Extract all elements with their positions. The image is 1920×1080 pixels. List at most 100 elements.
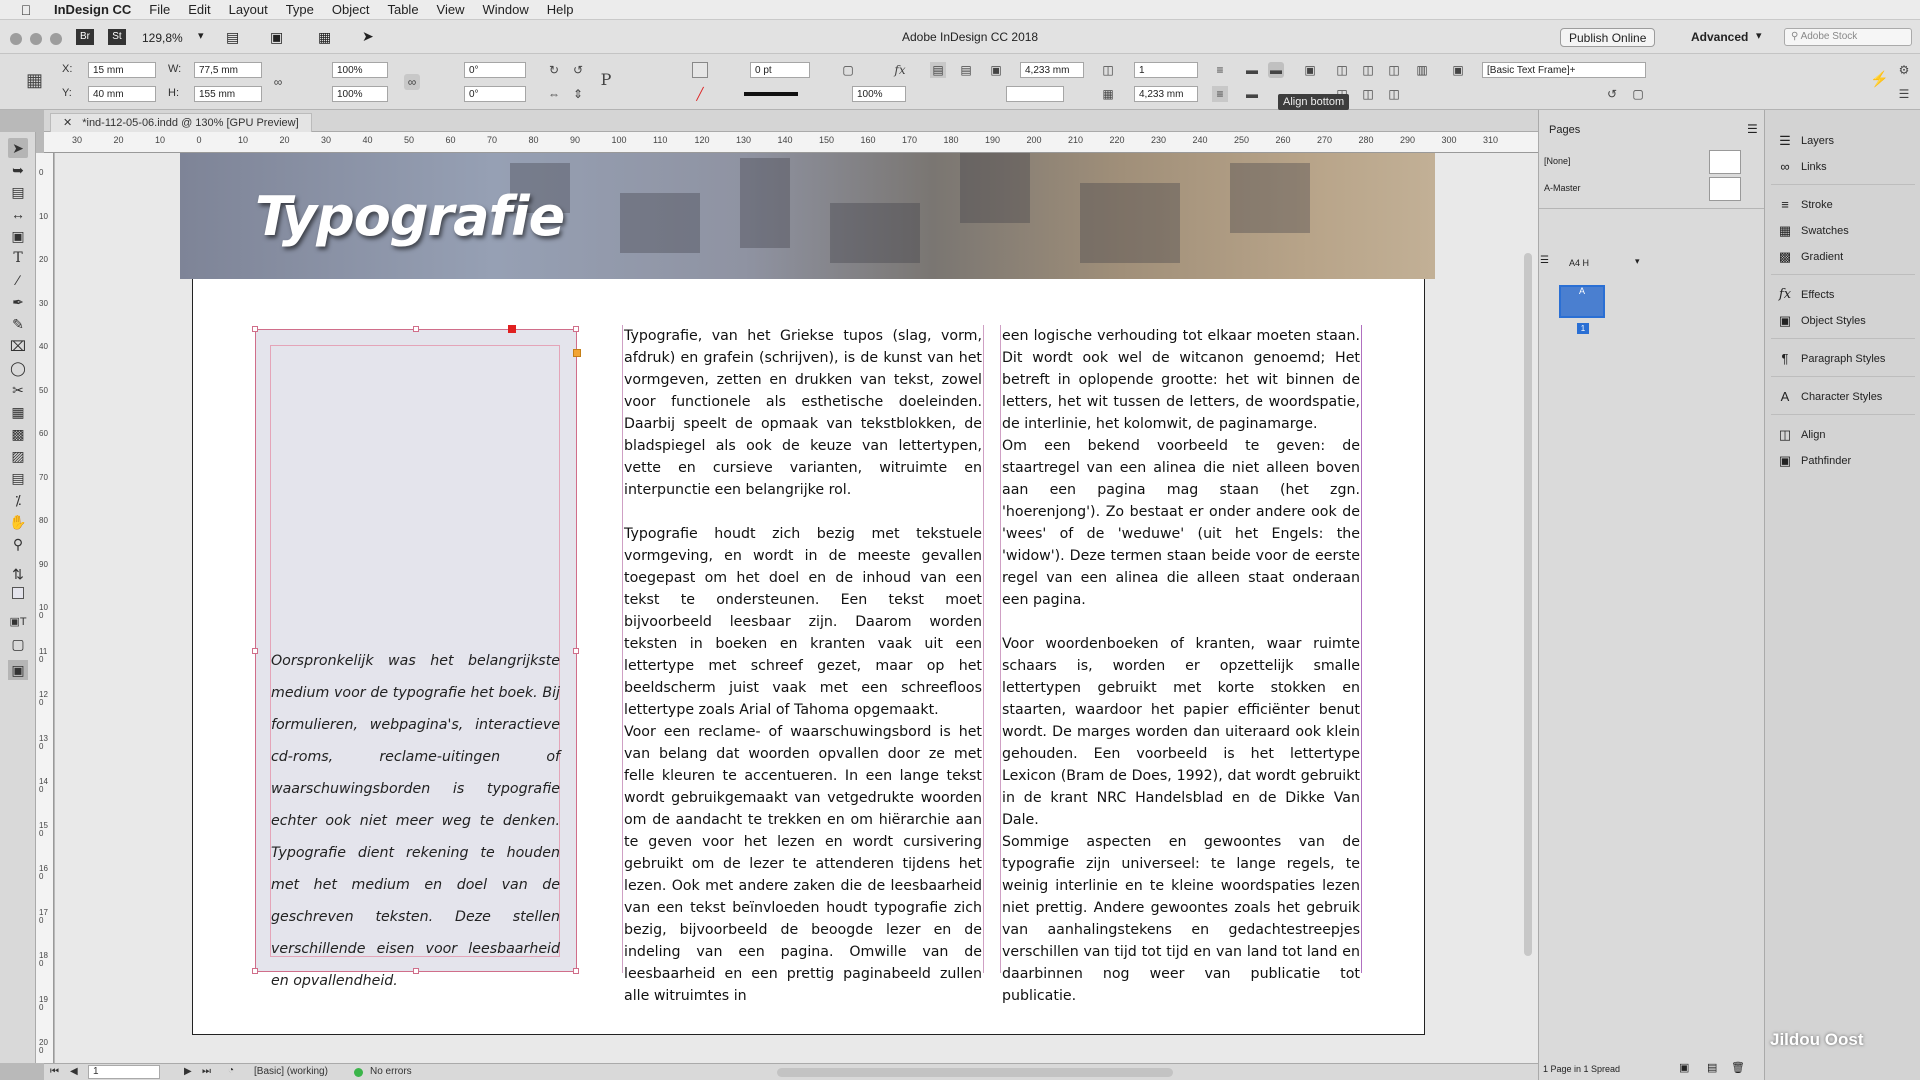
hand-tool-icon[interactable]: ✋ — [8, 512, 28, 532]
a-master-thumbnail[interactable] — [1709, 177, 1741, 201]
columns-icon[interactable]: ◫ — [1100, 62, 1116, 78]
vertical-align-center-icon[interactable]: ▬ — [1244, 86, 1260, 102]
app-menu[interactable]: InDesign CC — [54, 2, 131, 17]
pen-tool-icon[interactable]: ✒ — [8, 292, 28, 312]
page-size-icon[interactable]: ▣ — [1679, 1061, 1689, 1074]
scale-x-field[interactable]: 100% — [332, 62, 388, 78]
publish-icon[interactable]: ➤ — [362, 28, 374, 45]
control-settings-icon[interactable]: ⚙ — [1896, 62, 1912, 78]
select-content-icon[interactable]: ▢ — [1630, 86, 1646, 102]
gutter-icon[interactable]: ▦ — [1100, 86, 1116, 102]
page-tool-icon[interactable]: ▤ — [8, 182, 28, 202]
normal-view-icon[interactable]: ▢ — [8, 634, 28, 654]
none-master[interactable]: [None] — [1544, 156, 1571, 166]
scissors-tool-icon[interactable]: ✂ — [8, 380, 28, 400]
formatting-affects-container-icon[interactable]: ▣T — [8, 612, 28, 632]
none-master-thumbnail[interactable] — [1709, 150, 1741, 174]
menu-help[interactable]: Help — [547, 2, 574, 17]
delete-page-icon[interactable]: 🗑 — [1731, 1061, 1745, 1074]
stroke-type-preview[interactable] — [744, 92, 798, 96]
dock-paragraph-styles[interactable]: ¶ Paragraph Styles — [1777, 352, 1886, 366]
corner-options-handle[interactable] — [573, 349, 581, 357]
arrange-documents-icon[interactable]: ▦ — [318, 29, 331, 46]
menu-table[interactable]: Table — [387, 2, 418, 17]
gap-tool-icon[interactable]: ↔ — [8, 204, 28, 224]
page-number-field[interactable]: 1 — [88, 1065, 160, 1079]
document-tab[interactable]: ✕ *ind-112-05-06.indd @ 130% [GPU Preview… — [50, 113, 312, 132]
align-left-icon[interactable]: ◫ — [1334, 62, 1350, 78]
constrain-proportions-icon[interactable]: ∞ — [270, 74, 286, 90]
menu-file[interactable]: File — [149, 2, 170, 17]
free-transform-tool-icon[interactable]: ▦ — [8, 402, 28, 422]
align-vertical-center-icon[interactable]: ◫ — [1360, 86, 1376, 102]
dock-layers[interactable]: ☰ Layers — [1777, 134, 1834, 148]
next-page-icon[interactable]: ▶ — [184, 1066, 192, 1077]
frame-fitting-icon[interactable]: ▣ — [1302, 62, 1318, 78]
sidebar-quote-text[interactable]: Oorspronkelijk was het belangrijkste med… — [271, 645, 560, 997]
first-page-icon[interactable]: ⏮ — [50, 1066, 59, 1077]
align-right-icon[interactable]: ◫ — [1386, 62, 1402, 78]
ellipse-tool-icon[interactable]: ◯ — [8, 358, 28, 378]
page-size-dropdown-icon[interactable]: ▾ — [1635, 256, 1640, 267]
note-tool-icon[interactable]: ▤ — [8, 468, 28, 488]
y-position-field[interactable]: 40 mm — [88, 86, 156, 102]
align-bottom-icon[interactable]: ◫ — [1386, 86, 1402, 102]
fill-swatch[interactable] — [692, 62, 708, 78]
dock-character-styles[interactable]: A Character Styles — [1777, 390, 1883, 404]
dock-swatches[interactable]: ▦ Swatches — [1777, 224, 1849, 238]
dock-gradient[interactable]: ▩ Gradient — [1777, 250, 1843, 264]
menu-edit[interactable]: Edit — [188, 2, 210, 17]
x-position-field[interactable]: 15 mm — [88, 62, 156, 78]
swap-fill-stroke-icon[interactable]: ⇅ — [8, 564, 28, 584]
previous-page-icon[interactable]: ◀ — [70, 1066, 78, 1077]
panel-menu-icon[interactable]: ☰ — [1747, 122, 1758, 136]
pencil-tool-icon[interactable]: ✎ — [8, 314, 28, 334]
type-tool-icon[interactable]: T — [8, 248, 28, 268]
object-style-select[interactable]: [Basic Text Frame]+ — [1482, 62, 1646, 78]
page-size-label[interactable]: A4 H — [1569, 258, 1589, 268]
effects-icon[interactable]: fx — [892, 62, 908, 78]
opacity-field[interactable]: 100% — [852, 86, 906, 102]
align-horizontal-center-icon[interactable]: ◫ — [1360, 62, 1376, 78]
width-field[interactable]: 77,5 mm — [194, 62, 262, 78]
align-center-frame-icon[interactable]: ▤ — [958, 62, 974, 78]
content-collector-icon[interactable]: ▣ — [8, 226, 28, 246]
height-field[interactable]: 155 mm — [194, 86, 262, 102]
zoom-window-icon[interactable] — [50, 33, 62, 45]
text-align-justify-icon[interactable]: ≡ — [1212, 86, 1228, 102]
tab-close-icon[interactable]: ✕ — [63, 117, 72, 129]
close-window-icon[interactable] — [10, 33, 22, 45]
vertical-scrollbar[interactable] — [1524, 253, 1532, 956]
stock-button[interactable]: St — [108, 29, 126, 45]
screen-mode-icon[interactable]: ▣ — [270, 29, 283, 46]
preflight-profile[interactable]: [Basic] (working) — [254, 1066, 328, 1077]
dock-object-styles[interactable]: ▣ Object Styles — [1777, 314, 1866, 328]
frame-handle[interactable] — [252, 968, 258, 974]
zoom-level[interactable]: 129,8% — [142, 31, 183, 45]
stroke-swatch-none-icon[interactable]: ╱ — [692, 86, 708, 102]
dock-pathfinder[interactable]: ▣ Pathfinder — [1777, 454, 1851, 468]
frame-handle[interactable] — [252, 326, 258, 332]
menu-view[interactable]: View — [437, 2, 465, 17]
vertical-ruler[interactable]: 0 10 20 30 40 50 60 70 80 90 100 110 120 130 140 150 160… — [36, 153, 54, 1063]
rectangle-frame-tool-icon[interactable]: ⌧ — [8, 336, 28, 356]
flip-vertical-icon[interactable]: ⇕ — [570, 86, 586, 102]
a-master[interactable]: A-Master — [1544, 183, 1581, 193]
shear-field[interactable]: 0° — [464, 86, 526, 102]
vertical-align-top-icon[interactable]: ▬ — [1244, 62, 1260, 78]
rotate-ccw-icon[interactable]: ↺ — [570, 62, 586, 78]
text-column-2[interactable]: een logische verhouding tot elkaar moete… — [1000, 325, 1362, 1004]
text-align-top-icon[interactable]: ≡ — [1212, 62, 1228, 78]
menu-type[interactable]: Type — [286, 2, 314, 17]
scale-y-field[interactable]: 100% — [332, 86, 388, 102]
frame-handle[interactable] — [573, 326, 579, 332]
horizontal-ruler[interactable]: 30 20 10 0 10 20 30 40 50 60 70 80 90 100 110 120 130 140… — [44, 132, 1538, 153]
workspace-switcher[interactable]: Advanced — [1691, 30, 1748, 44]
direct-selection-tool-icon[interactable]: ➥ — [8, 160, 28, 180]
reference-point-icon[interactable]: ▦ — [26, 71, 43, 89]
screen-mode-tool-icon[interactable]: ▣ — [8, 660, 28, 680]
frame-handle[interactable] — [252, 648, 258, 654]
gradient-swatch-tool-icon[interactable]: ▩ — [8, 424, 28, 444]
new-page-icon[interactable]: ▤ — [1707, 1061, 1717, 1074]
frame-handle[interactable] — [508, 325, 516, 333]
